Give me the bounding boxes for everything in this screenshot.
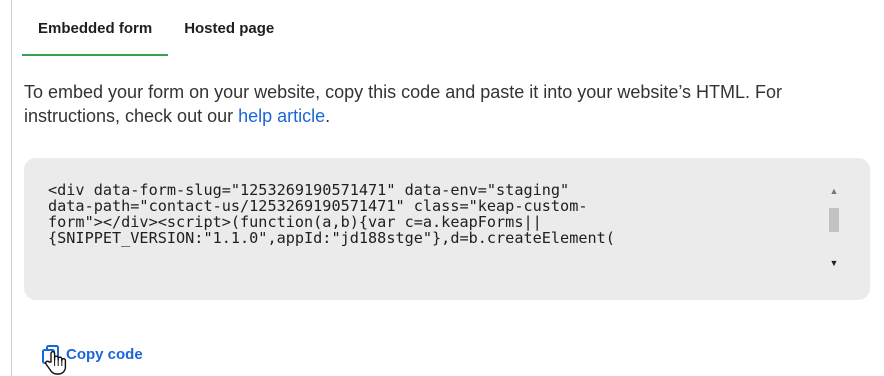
tab-label: Hosted page — [184, 19, 275, 37]
code-line: data-path="contact-us/1253269190571471" … — [48, 197, 588, 215]
copy-icon — [42, 345, 59, 364]
scroll-down-arrow-icon[interactable]: ▼ — [826, 256, 842, 270]
tab-hosted-page[interactable]: Hosted page — [168, 0, 290, 56]
instructions-text: To embed your form on your website, copy… — [24, 80, 864, 128]
copy-code-label: Copy code — [66, 345, 143, 363]
tab-embedded-form[interactable]: Embedded form — [22, 0, 169, 56]
code-line: {SNIPPET_VERSION:"1.1.0",appId:"jd188stg… — [48, 229, 615, 247]
code-line: <div data-form-slug="1253269190571471" d… — [48, 182, 570, 199]
scroll-up-arrow-icon[interactable]: ▲ — [826, 184, 842, 198]
code-line: form"></div><script>(function(a,b){var c… — [48, 213, 542, 231]
panel-divider — [11, 0, 12, 376]
instructions-end: . — [325, 106, 331, 126]
copy-code-button[interactable]: Copy code — [42, 344, 143, 364]
help-article-link[interactable]: help article — [238, 106, 325, 126]
scroll-thumb[interactable] — [829, 208, 839, 232]
instructions-body: To embed your form on your website, copy… — [24, 82, 783, 126]
embed-code-textarea[interactable]: <div data-form-slug="1253269190571471" d… — [48, 182, 818, 276]
embed-code-box[interactable]: <div data-form-slug="1253269190571471" d… — [24, 158, 870, 300]
tab-label: Embedded form — [38, 19, 153, 37]
code-scrollbar[interactable]: ▲ ▼ — [826, 184, 842, 270]
embed-form-panel: Embedded form Hosted page To embed your … — [0, 0, 884, 376]
tab-bar: Embedded form Hosted page — [22, 0, 290, 56]
